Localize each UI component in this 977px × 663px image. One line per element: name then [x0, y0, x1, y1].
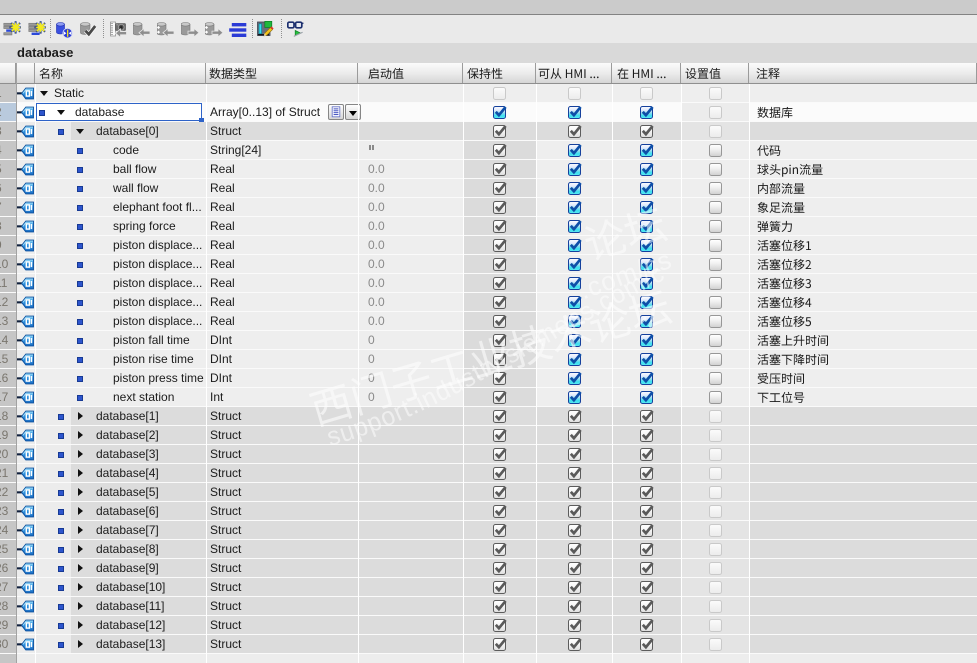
svg-text:support.industry.siemens.com/c: support.industry.siemens.com/cs — [0, 0, 669, 452]
